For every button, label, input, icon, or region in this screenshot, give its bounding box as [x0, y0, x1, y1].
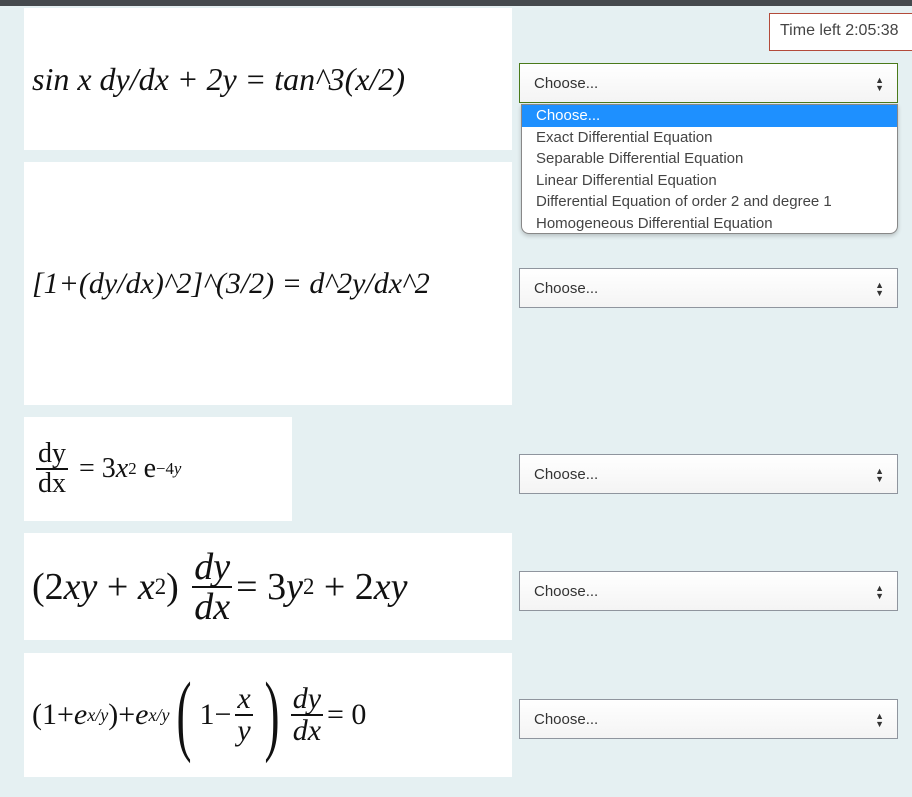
select-value: Choose... — [534, 710, 599, 728]
answer-select-4[interactable]: Choose... ▲ ▼ — [519, 571, 898, 611]
dropdown-option-exact[interactable]: Exact Differential Equation — [522, 127, 897, 149]
top-bar — [0, 0, 912, 6]
answer-select-3[interactable]: Choose... ▲ ▼ — [519, 454, 898, 494]
equation-text-2: [1+(dy/dx)^2]^(3/2) = d^2y/dx^2 — [32, 266, 430, 300]
select-value: Choose... — [534, 582, 599, 600]
dropdown-option-choose[interactable]: Choose... — [522, 105, 897, 127]
answer-select-2[interactable]: Choose... ▲ ▼ — [519, 268, 898, 308]
answer-select-5[interactable]: Choose... ▲ ▼ — [519, 699, 898, 739]
select-value: Choose... — [534, 74, 599, 92]
equation-image-1: sin x dy/dx + 2y = tan^3(x/2) — [24, 8, 512, 150]
select-value: Choose... — [534, 279, 599, 297]
sort-arrows-icon: ▲ ▼ — [875, 466, 884, 484]
sort-arrows-icon: ▲ ▼ — [875, 583, 884, 601]
equation-image-3: dy dx = 3x2 e −4y — [24, 417, 292, 521]
sort-arrows-icon: ▲ ▼ — [875, 711, 884, 729]
sort-arrows-icon: ▲ ▼ — [875, 280, 884, 298]
equation-text-1: sin x dy/dx + 2y = tan^3(x/2) — [32, 60, 406, 97]
dropdown-option-separable[interactable]: Separable Differential Equation — [522, 148, 897, 170]
select-value: Choose... — [534, 465, 599, 483]
dropdown-list: Choose... Exact Differential Equation Se… — [521, 104, 898, 234]
time-left-indicator: Time left 2:05:38 — [769, 13, 912, 51]
answer-select-1[interactable]: Choose... ▲ ▼ — [519, 63, 898, 103]
dropdown-option-order2-degree1[interactable]: Differential Equation of order 2 and deg… — [522, 191, 897, 213]
dropdown-option-linear[interactable]: Linear Differential Equation — [522, 170, 897, 192]
dropdown-option-homogeneous[interactable]: Homogeneous Differential Equation — [522, 213, 897, 234]
sort-arrows-icon: ▲ ▼ — [875, 75, 884, 93]
equation-image-4: (2 xy + x 2) dy dx = 3y2 + 2 xy — [24, 533, 512, 640]
equation-image-2: [1+(dy/dx)^2]^(3/2) = d^2y/dx^2 — [24, 162, 512, 405]
equation-image-5: (1+ e x/y)+ e x/y(1− x y) dy dx = 0 — [24, 653, 512, 777]
